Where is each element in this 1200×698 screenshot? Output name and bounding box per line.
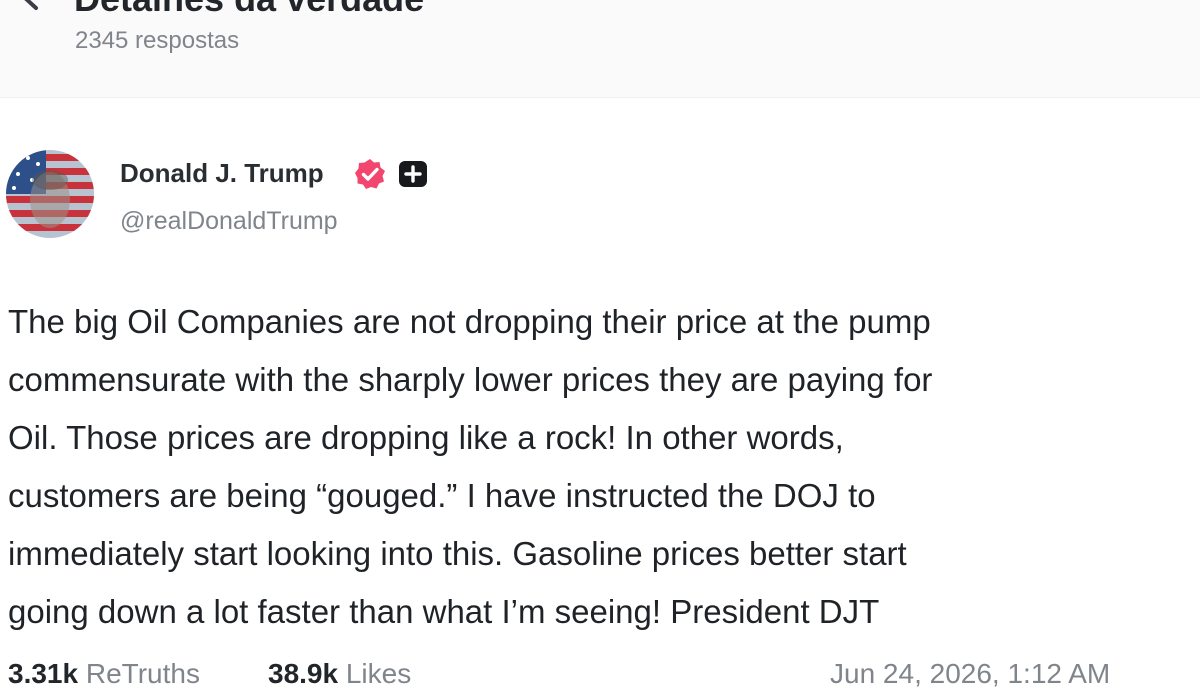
retruths-label: ReTruths	[85, 658, 200, 689]
post-stats-bar: 3.31k ReTruths 38.9k Likes Jun 24, 2026,…	[0, 658, 1200, 698]
author-handle[interactable]: @realDonaldTrump	[120, 207, 338, 236]
author-name[interactable]: Donald J. Trump	[120, 158, 324, 189]
likes-count: 38.9k	[268, 658, 339, 689]
thread-header: Detalhes da verdade 2345 respostas	[0, 0, 1200, 98]
likes-label: Likes	[345, 658, 412, 689]
retruths-count: 3.31k	[8, 658, 79, 689]
post-timestamp: Jun 24, 2026, 1:12 AM	[830, 658, 1111, 689]
verified-badge-icon	[354, 158, 386, 190]
plus-badge-icon	[398, 160, 428, 188]
page-title: Detalhes da verdade	[74, 0, 424, 20]
retruths-stat[interactable]: 3.31k ReTruths	[8, 658, 200, 690]
back-arrow-icon[interactable]	[18, 0, 52, 12]
reply-count: 2345 respostas	[75, 27, 240, 54]
post-text: The big Oil Companies are not dropping t…	[8, 303, 933, 630]
likes-stat[interactable]: 38.9k Likes	[268, 658, 411, 690]
avatar[interactable]	[6, 150, 94, 238]
